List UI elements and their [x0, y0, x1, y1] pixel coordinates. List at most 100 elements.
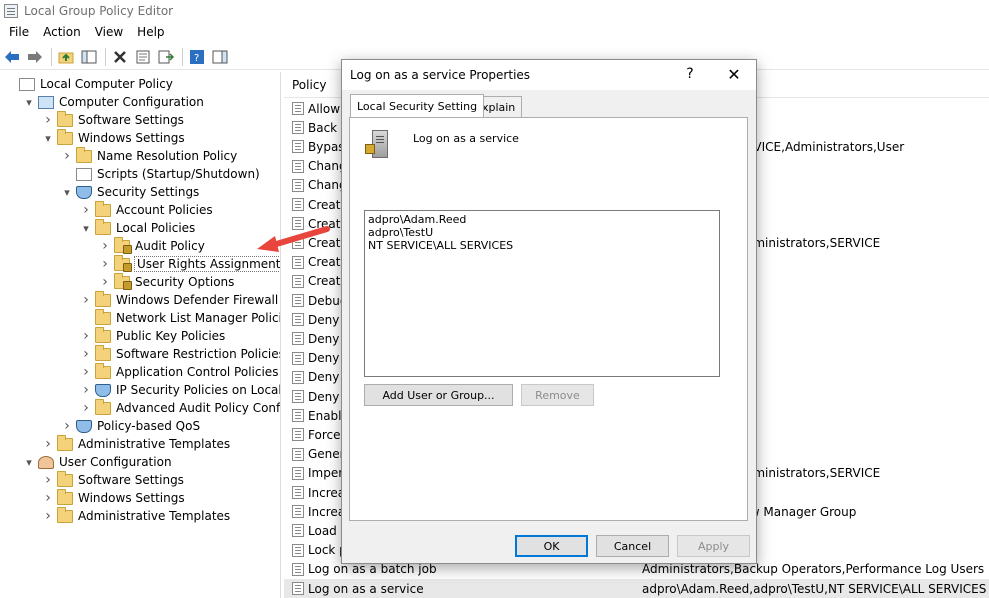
- tree-node[interactable]: › Administrative Templates: [42, 506, 231, 525]
- policy-name-label: Log on as a service: [413, 132, 519, 145]
- chevron-down-icon[interactable]: ▾: [80, 222, 92, 235]
- folder-icon: [57, 110, 73, 127]
- toolbar-separator: [182, 47, 183, 66]
- chevron-right-icon[interactable]: ›: [99, 274, 111, 290]
- user-group-listbox[interactable]: adpro\Adam.Reed adpro\TestU NT SERVICE\ALL…: [364, 210, 720, 377]
- menu-help[interactable]: Help: [130, 25, 171, 39]
- properties-dialog: Log on as a service Properties ? ✕ Local…: [341, 59, 757, 564]
- menu-action[interactable]: Action: [36, 25, 88, 39]
- tree-node[interactable]: › Windows Defender Firewall with A: [80, 290, 280, 309]
- tree-node[interactable]: Local Computer Policy: [4, 75, 173, 93]
- tree-node[interactable]: ▾ Windows Settings: [42, 128, 185, 147]
- tree-node[interactable]: › Administrative Templates: [42, 434, 231, 453]
- chevron-right-icon[interactable]: ›: [42, 508, 54, 524]
- tree-node[interactable]: ▾ Security Settings: [61, 183, 199, 201]
- tree-node[interactable]: › Software Settings: [42, 470, 184, 489]
- lockfolder-icon: [114, 254, 132, 272]
- remove-button[interactable]: Remove: [521, 384, 594, 406]
- delete-icon[interactable]: [111, 48, 129, 66]
- tree-node-label: Policy-based QoS: [97, 419, 201, 433]
- policy-setting-icon: [292, 486, 304, 499]
- dialog-help-button[interactable]: ?: [680, 64, 700, 84]
- tree-node[interactable]: › Name Resolution Policy: [61, 146, 237, 165]
- policy-row[interactable]: Log on as a service adpro\Adam.Reed,adpro…: [284, 579, 989, 598]
- tree-node[interactable]: Network List Manager Policies: [80, 308, 281, 327]
- ok-button[interactable]: OK: [515, 535, 588, 557]
- properties-icon[interactable]: [134, 48, 152, 66]
- show-hide-tree-icon[interactable]: [80, 48, 98, 66]
- chevron-right-icon[interactable]: ›: [42, 472, 54, 488]
- chevron-right-icon[interactable]: ›: [80, 328, 92, 344]
- tree-node[interactable]: › Public Key Policies: [80, 326, 226, 345]
- user-list-item[interactable]: NT SERVICE\ALL SERVICES: [368, 239, 716, 252]
- dialog-title: Log on as a service Properties: [350, 68, 531, 82]
- chevron-right-icon[interactable]: ›: [80, 292, 92, 308]
- chevron-right-icon[interactable]: ›: [80, 364, 92, 380]
- tree-node-label: Windows Settings: [78, 131, 185, 145]
- tree-node[interactable]: › Software Restriction Policies: [80, 344, 280, 363]
- chevron-right-icon[interactable]: ›: [80, 202, 92, 218]
- policy-setting-icon: [292, 505, 304, 519]
- add-user-or-group-button[interactable]: Add User or Group...: [364, 384, 513, 406]
- pc-icon: [38, 95, 54, 109]
- help-icon[interactable]: ?: [188, 48, 206, 66]
- chevron-down-icon[interactable]: ▾: [61, 186, 73, 199]
- chevron-down-icon[interactable]: ▾: [23, 456, 35, 469]
- tree-node[interactable]: › Security Options: [99, 272, 234, 291]
- tree-node[interactable]: ▾ User Configuration: [23, 453, 171, 471]
- tree-node[interactable]: › User Rights Assignment: [99, 254, 281, 273]
- shield-icon: [76, 419, 92, 433]
- chevron-right-icon[interactable]: ›: [42, 490, 54, 506]
- shield-icon: [76, 185, 92, 199]
- forward-arrow-icon[interactable]: [26, 48, 44, 66]
- show-action-pane-icon[interactable]: [211, 48, 229, 66]
- policy-setting-icon: [292, 121, 304, 135]
- chevron-right-icon[interactable]: ›: [42, 436, 54, 452]
- tree-node-label: Public Key Policies: [116, 329, 226, 343]
- back-arrow-icon[interactable]: [3, 48, 21, 66]
- tree-node[interactable]: › Software Settings: [42, 110, 184, 129]
- tree-node[interactable]: ▾ Local Policies: [80, 218, 195, 237]
- up-folder-icon[interactable]: [57, 48, 75, 66]
- chevron-down-icon[interactable]: ▾: [23, 96, 35, 109]
- chevron-right-icon[interactable]: ›: [80, 382, 92, 398]
- tree-node[interactable]: › Account Policies: [80, 200, 213, 219]
- chevron-right-icon[interactable]: ›: [61, 418, 73, 434]
- cancel-button[interactable]: Cancel: [596, 535, 669, 557]
- chevron-right-icon[interactable]: ›: [99, 238, 111, 254]
- tree-node[interactable]: › Application Control Policies: [80, 362, 278, 381]
- tree-node[interactable]: › Policy-based QoS: [61, 417, 200, 435]
- tree-node[interactable]: › Advanced Audit Policy Configurati: [80, 398, 280, 417]
- tree-node[interactable]: Scripts (Startup/Shutdown): [61, 165, 260, 183]
- tree-node[interactable]: › Audit Policy: [99, 236, 205, 255]
- toolbar-separator: [105, 47, 106, 66]
- chevron-right-icon[interactable]: ›: [61, 148, 73, 164]
- annotation-arrow-icon: [257, 226, 330, 252]
- tree-node-label: User Rights Assignment: [133, 256, 281, 272]
- export-list-icon[interactable]: [157, 48, 175, 66]
- policy-name: Allow: [308, 101, 341, 116]
- chevron-right-icon[interactable]: ›: [80, 400, 92, 416]
- policy-setting-icon: [292, 409, 304, 423]
- chevron-down-icon[interactable]: ▾: [42, 132, 54, 145]
- chevron-right-icon[interactable]: ›: [99, 256, 111, 272]
- tree-node[interactable]: › IP Security Policies on Local Comp: [80, 381, 280, 399]
- menu-view[interactable]: View: [88, 25, 130, 39]
- menu-bar: File Action View Help: [0, 22, 989, 42]
- policy-name: Log on as a service: [308, 581, 424, 596]
- tree-node-label: Administrative Templates: [78, 437, 231, 451]
- dialog-close-button[interactable]: ✕: [722, 64, 746, 84]
- tree-node-label: Administrative Templates: [78, 509, 231, 523]
- tree-node-label: Network List Manager Policies: [116, 311, 281, 325]
- menu-file[interactable]: File: [2, 25, 36, 39]
- apply-button[interactable]: Apply: [677, 535, 750, 557]
- chevron-right-icon[interactable]: ›: [42, 112, 54, 128]
- tree-node-label: Windows Defender Firewall with A: [116, 293, 280, 307]
- policy-setting-icon: [292, 428, 304, 442]
- user-list-item[interactable]: adpro\Adam.Reed: [368, 213, 716, 226]
- tab-local-security-setting[interactable]: Local Security Setting: [350, 94, 485, 117]
- tree-node[interactable]: › Windows Settings: [42, 488, 185, 507]
- chevron-right-icon[interactable]: ›: [80, 346, 92, 362]
- user-list-item[interactable]: adpro\TestU: [368, 226, 716, 239]
- tree-node[interactable]: ▾ Computer Configuration: [23, 93, 204, 111]
